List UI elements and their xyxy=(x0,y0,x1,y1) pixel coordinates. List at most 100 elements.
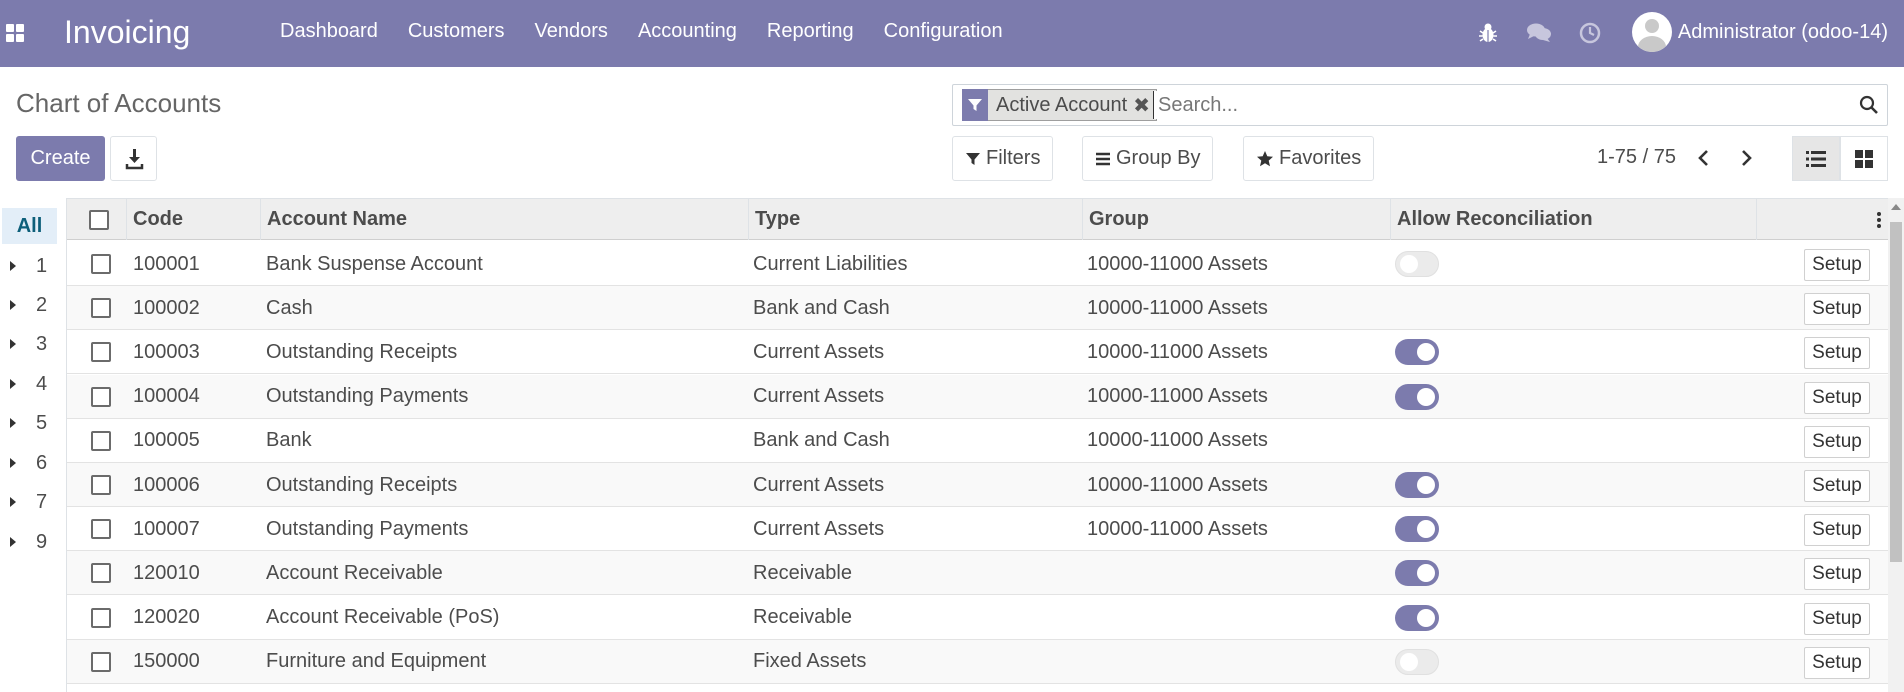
toggle-knob xyxy=(1417,608,1435,627)
search-panel-item[interactable]: 7 xyxy=(10,490,47,514)
bug-icon[interactable] xyxy=(1478,22,1498,44)
clock-icon[interactable] xyxy=(1579,22,1601,44)
filter-facet: Active Account ✖ xyxy=(962,88,1157,121)
chevron-right-icon[interactable] xyxy=(1736,148,1756,168)
menu-configuration[interactable]: Configuration xyxy=(884,20,1003,43)
create-button[interactable]: Create xyxy=(16,136,105,181)
cell-code: 100003 xyxy=(133,340,200,363)
reconcile-toggle[interactable] xyxy=(1395,251,1439,277)
row-checkbox[interactable] xyxy=(91,651,111,672)
search-panel-item[interactable]: 9 xyxy=(10,530,47,554)
setup-button[interactable]: Setup xyxy=(1804,293,1870,326)
toggle-knob xyxy=(1400,652,1418,671)
reconcile-toggle[interactable] xyxy=(1395,648,1439,675)
user-menu[interactable]: Administrator (odoo-14) xyxy=(1631,12,1888,52)
kanban-view-button[interactable] xyxy=(1840,136,1888,181)
search-panel-item-label: 7 xyxy=(36,490,48,513)
column-allow-reconciliation[interactable]: Allow Reconciliation xyxy=(1391,199,1757,240)
search-panel-item[interactable]: 6 xyxy=(10,451,47,475)
setup-button[interactable]: Setup xyxy=(1804,602,1870,635)
setup-button[interactable]: Setup xyxy=(1804,337,1870,370)
reconcile-toggle[interactable] xyxy=(1395,472,1439,498)
search-panel-all[interactable]: All xyxy=(2,208,57,244)
setup-button[interactable]: Setup xyxy=(1804,646,1870,679)
row-checkbox[interactable] xyxy=(91,475,111,495)
row-checkbox[interactable] xyxy=(91,342,111,363)
pager-value[interactable]: 1-75 / 75 xyxy=(1597,146,1676,169)
cell-allow-reconciliation xyxy=(1395,507,1439,551)
setup-button[interactable]: Setup xyxy=(1804,381,1870,414)
setup-button[interactable]: Setup xyxy=(1804,558,1870,591)
row-checkbox[interactable] xyxy=(91,254,111,274)
table-row[interactable]: 100004 Outstanding Payments Current Assets… xyxy=(67,374,1888,419)
table-row[interactable]: 100007 Outstanding Payments Current Assets… xyxy=(67,507,1888,552)
row-checkbox[interactable] xyxy=(91,430,111,451)
table-row[interactable]: 100005 Bank Bank and Cash 10000-11000 Asset… xyxy=(67,419,1888,463)
menu-dashboard[interactable]: Dashboard xyxy=(280,20,378,43)
setup-button[interactable]: Setup xyxy=(1804,249,1870,281)
cell-group: 10000-11000 Assets xyxy=(1087,385,1268,408)
cell-code: 120020 xyxy=(133,606,200,629)
search-panel-item[interactable]: 2 xyxy=(10,293,47,317)
search-panel-item[interactable]: 3 xyxy=(10,332,47,356)
table-row[interactable]: 100002 Cash Bank and Cash 10000-11000 Asset… xyxy=(67,286,1888,331)
chat-icon[interactable] xyxy=(1526,22,1552,44)
setup-button[interactable]: Setup xyxy=(1804,514,1870,547)
reconcile-toggle[interactable] xyxy=(1395,516,1439,543)
app-brand[interactable]: Invoicing xyxy=(64,14,190,51)
table-row[interactable]: 120020 Account Receivable (PoS) Receivable… xyxy=(67,596,1888,640)
table-row[interactable]: 150000 Furniture and Equipment Fixed Asset… xyxy=(67,639,1888,684)
menu-vendors[interactable]: Vendors xyxy=(535,20,608,43)
filters-button[interactable]: Filters xyxy=(952,136,1054,181)
table-row[interactable]: 100006 Outstanding Receipts Current Assets… xyxy=(67,463,1888,507)
search-panel-item[interactable]: 4 xyxy=(10,372,47,396)
scroll-thumb[interactable] xyxy=(1890,222,1902,562)
filter-icon xyxy=(968,98,982,111)
search-panel-item[interactable]: 1 xyxy=(10,254,47,278)
cell-account-name: Account Receivable xyxy=(266,561,443,584)
row-checkbox[interactable] xyxy=(91,386,111,407)
chevron-left-icon[interactable] xyxy=(1694,148,1714,168)
select-all-cell xyxy=(67,199,127,240)
list-view-button[interactable] xyxy=(1792,136,1840,181)
row-checkbox[interactable] xyxy=(91,607,111,628)
cell-group: 10000-11000 Assets xyxy=(1087,340,1268,363)
cell-group: 10000-11000 Assets xyxy=(1087,473,1268,496)
group-by-button[interactable]: Group By xyxy=(1082,136,1214,181)
menu-reporting[interactable]: Reporting xyxy=(767,20,854,43)
table-row[interactable]: 100003 Outstanding Receipts Current Assets… xyxy=(67,330,1888,375)
cell-type: Receivable xyxy=(753,606,852,629)
column-code[interactable]: Code xyxy=(127,199,261,240)
apps-menu-icon[interactable] xyxy=(6,24,26,44)
search-panel-item[interactable]: 5 xyxy=(10,411,47,435)
reconcile-toggle[interactable] xyxy=(1395,339,1439,366)
column-account-name[interactable]: Account Name xyxy=(261,199,749,240)
export-button[interactable] xyxy=(110,136,157,181)
row-checkbox[interactable] xyxy=(91,298,111,319)
select-all-checkbox[interactable] xyxy=(89,209,109,230)
cell-type: Current Assets xyxy=(753,473,885,496)
reconcile-toggle[interactable] xyxy=(1395,560,1439,587)
search-input[interactable] xyxy=(1153,91,1803,119)
reconcile-toggle[interactable] xyxy=(1395,383,1439,410)
scroll-up-arrow-icon[interactable] xyxy=(1891,204,1901,210)
cell-allow-reconciliation xyxy=(1395,242,1439,286)
row-select-cell xyxy=(91,507,111,551)
menu-customers[interactable]: Customers xyxy=(408,20,505,43)
setup-button[interactable]: Setup xyxy=(1804,425,1870,458)
row-checkbox[interactable] xyxy=(91,563,111,584)
row-checkbox[interactable] xyxy=(91,519,111,540)
cell-account-name: Outstanding Receipts xyxy=(266,340,458,363)
table-row[interactable]: 100001 Bank Suspense Account Current Liabi… xyxy=(67,242,1888,286)
favorites-button[interactable]: Favorites xyxy=(1243,136,1375,181)
column-group[interactable]: Group xyxy=(1083,199,1391,240)
menu-accounting[interactable]: Accounting xyxy=(638,20,737,43)
reconcile-toggle[interactable] xyxy=(1395,604,1439,631)
setup-button[interactable]: Setup xyxy=(1804,470,1870,502)
column-type[interactable]: Type xyxy=(749,199,1083,240)
search-icon[interactable] xyxy=(1859,95,1879,115)
page-title[interactable]: Chart of Accounts xyxy=(16,88,221,119)
table-row[interactable]: 120010 Account Receivable Receivable Setup xyxy=(67,551,1888,596)
scrollbar[interactable] xyxy=(1888,198,1904,692)
optional-columns-toggle[interactable] xyxy=(1757,199,1888,240)
